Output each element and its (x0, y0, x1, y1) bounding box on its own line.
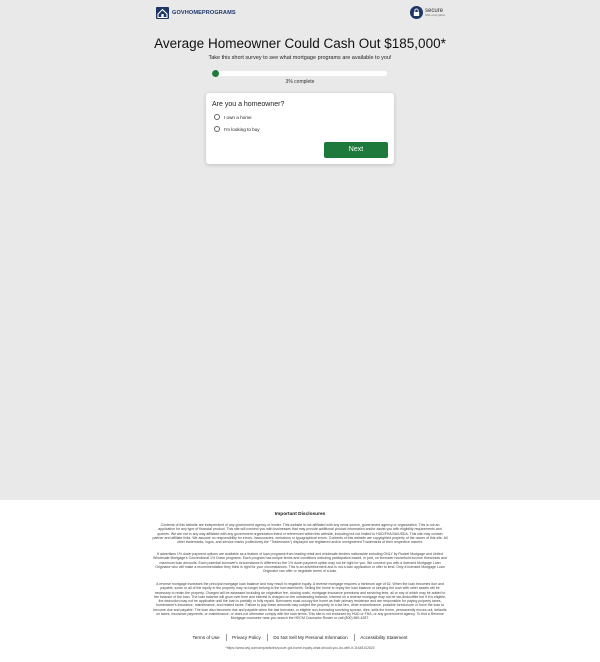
option-label: I'm looking to buy (224, 126, 260, 132)
progress-bar (212, 70, 388, 77)
lock-icon (410, 6, 423, 19)
page-subtitle: Take this short survey to see what mortg… (208, 55, 392, 61)
page-title: Average Homeowner Could Cash Out $185,00… (154, 36, 446, 51)
source-url: *https://www.wsj.com/amp/articles/youve-… (225, 646, 375, 650)
footer: Important Disclosures Contents of this w… (0, 500, 600, 662)
secure-badge: secure SSL encryption (410, 6, 445, 19)
option-own-home[interactable]: I own a home (214, 114, 252, 120)
radio-button[interactable] (214, 126, 220, 132)
house-logo-icon (156, 7, 169, 19)
disclosure-paragraph: Contents of this website are independent… (152, 523, 448, 545)
survey-question: Are you a homeowner? (212, 101, 285, 108)
survey-card: Are you a homeowner? I own a home I'm lo… (206, 93, 394, 164)
radio-button[interactable] (214, 114, 220, 120)
option-looking-to-buy[interactable]: I'm looking to buy (214, 126, 260, 132)
option-label: I own a home (224, 114, 252, 120)
privacy-policy-link[interactable]: Privacy Policy (232, 635, 261, 640)
disclosure-paragraph: If advertises 1% down payment options ar… (153, 552, 447, 574)
accessibility-statement-link[interactable]: Accessibility Statement (360, 635, 407, 640)
logo-text: GOVHOMEPROGRAMS (172, 10, 236, 16)
progress-label: 3% complete (285, 79, 315, 85)
page-top: GOVHOMEPROGRAMS secure SSL encryption Av… (0, 0, 600, 500)
link-divider (353, 634, 355, 641)
progress-fill (212, 70, 220, 77)
next-button[interactable]: Next (324, 142, 388, 158)
secure-badge-sublabel: SSL encryption (425, 13, 446, 17)
footer-links: Terms of Use Privacy Policy Do Not Sell … (0, 634, 600, 641)
disclosures-title: Important Disclosures (274, 512, 326, 517)
link-divider (266, 634, 268, 641)
disclosure-paragraph: A reverse mortgage increases the princip… (153, 582, 447, 621)
do-not-sell-link[interactable]: Do Not Sell My Personal Information (273, 635, 347, 640)
link-divider (225, 634, 227, 641)
terms-of-use-link[interactable]: Terms of Use (193, 635, 220, 640)
site-logo[interactable]: GOVHOMEPROGRAMS (156, 7, 236, 19)
